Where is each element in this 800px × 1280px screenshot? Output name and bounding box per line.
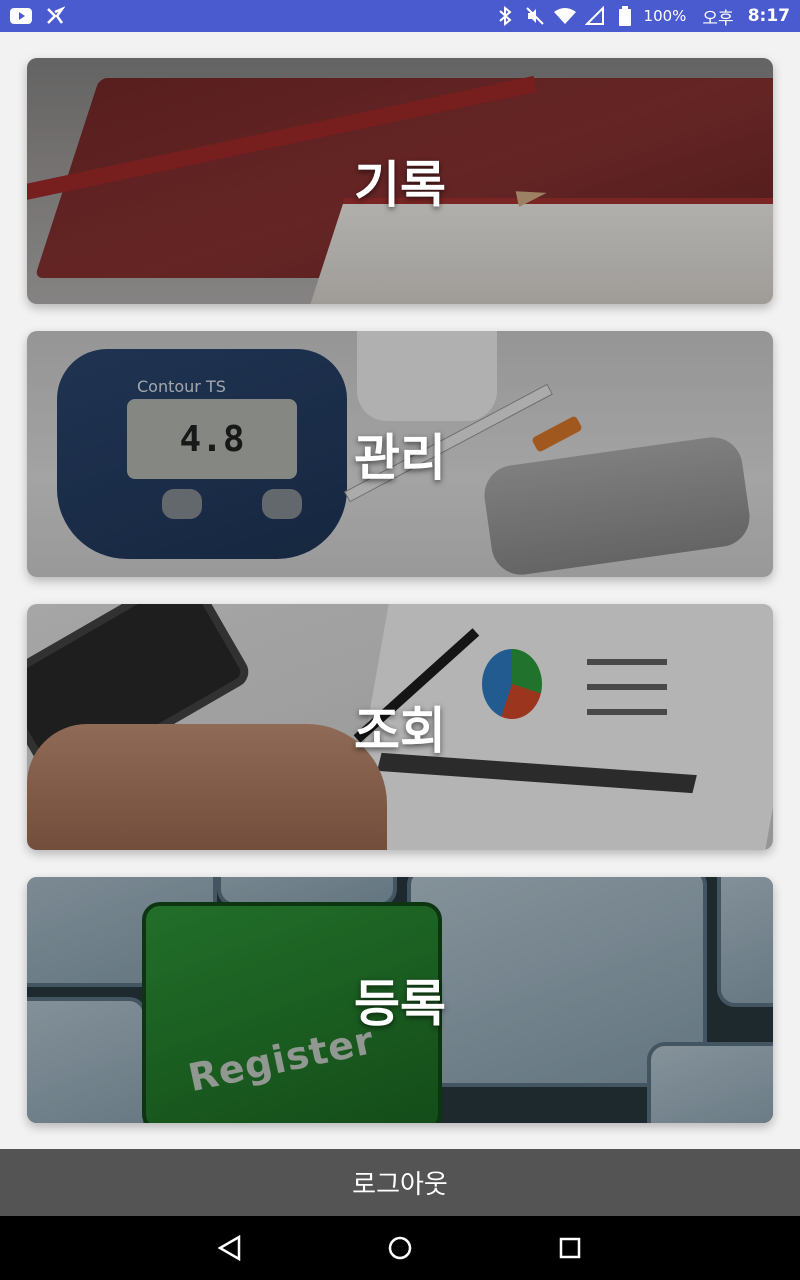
app-icon bbox=[44, 5, 66, 27]
wifi-icon bbox=[553, 5, 576, 27]
record-card[interactable]: 기록 bbox=[27, 58, 773, 304]
navigation-bar bbox=[0, 1216, 800, 1280]
logout-button[interactable]: 로그아웃 bbox=[0, 1149, 800, 1216]
register-card-label: 등록 bbox=[354, 975, 446, 1033]
youtube-icon bbox=[10, 5, 32, 27]
menu-content: 기록 Contour TS 4.8 관리 조회 Register 등록 bbox=[0, 32, 800, 1149]
view-card-label: 조회 bbox=[354, 702, 446, 760]
signal-icon bbox=[584, 5, 606, 27]
manage-card[interactable]: Contour TS 4.8 관리 bbox=[27, 331, 773, 577]
view-card[interactable]: 조회 bbox=[27, 604, 773, 850]
recents-icon[interactable] bbox=[556, 1234, 584, 1262]
status-left bbox=[10, 5, 66, 27]
battery-icon bbox=[614, 5, 636, 27]
manage-card-label: 관리 bbox=[354, 429, 446, 487]
clock: 8:17 bbox=[747, 6, 790, 26]
record-card-label: 기록 bbox=[354, 156, 446, 214]
back-icon[interactable] bbox=[216, 1234, 244, 1262]
bluetooth-icon bbox=[494, 5, 516, 27]
home-icon[interactable] bbox=[386, 1234, 414, 1262]
mute-icon bbox=[524, 5, 546, 27]
time-ampm: 오후 bbox=[702, 8, 734, 29]
battery-percent: 100% bbox=[643, 7, 687, 25]
status-bar: 100% 오후 8:17 bbox=[0, 0, 800, 32]
status-right: 100% 오후 8:17 bbox=[494, 4, 790, 29]
register-card[interactable]: Register 등록 bbox=[27, 877, 773, 1123]
logout-label: 로그아웃 bbox=[352, 1170, 448, 1200]
